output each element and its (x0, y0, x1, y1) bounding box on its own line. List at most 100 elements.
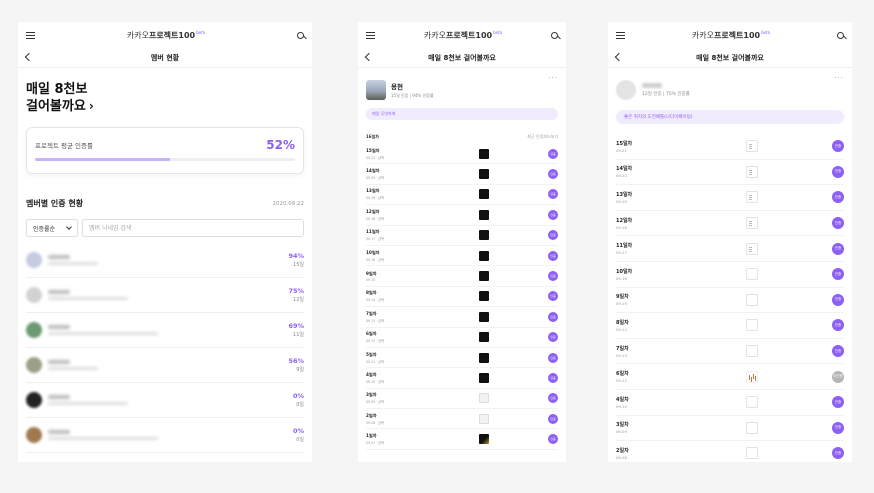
certification-thumbnail[interactable] (746, 370, 758, 383)
certify-button[interactable]: 인증 (548, 413, 558, 424)
certify-button[interactable]: 인증 (548, 230, 558, 241)
member-info-blurred (48, 325, 288, 335)
search-icon[interactable] (296, 31, 304, 39)
certification-thumbnail[interactable] (746, 293, 758, 306)
certify-button[interactable]: 인증 (548, 352, 558, 363)
member-info-blurred (48, 255, 288, 265)
member-rate: 0% (292, 392, 304, 400)
certification-thumbnail[interactable] (479, 169, 489, 180)
search-icon[interactable] (550, 31, 558, 39)
certify-button[interactable]: 인증 (832, 191, 844, 204)
certify-button[interactable]: 인증 (548, 189, 558, 200)
project-title[interactable]: 매일 8천보 걸어볼까요 › (18, 68, 312, 115)
certify-button[interactable]: 인증 (832, 268, 844, 281)
back-arrow-icon[interactable] (614, 52, 624, 62)
certification-list-header: 16일차 최근 인증피드보기 (358, 120, 566, 140)
certification-date: 09.21 · 금목 (366, 155, 385, 160)
certification-thumbnail[interactable] (746, 165, 758, 178)
certify-button[interactable]: 인증 (832, 242, 844, 255)
certification-row: 12일차 09.18 인증 (616, 211, 844, 237)
certify-button[interactable]: 인증 (548, 169, 558, 180)
certification-row: 12일차 09.18 · 금목 인증 (366, 205, 558, 226)
member-row[interactable]: 69% 11일 (26, 313, 304, 348)
certification-row: 15일차 09.21 인증 (616, 134, 844, 160)
member-row[interactable]: 75% 12일 (26, 278, 304, 313)
certify-button[interactable]: 인증 (548, 332, 558, 343)
certification-thumbnail[interactable] (479, 332, 489, 343)
certification-thumbnail[interactable] (479, 271, 489, 282)
certification-label: 3일차 09.09 · 금목 (366, 392, 436, 404)
member-section-header: 멤버별 인증 현황 2020.09.22 (18, 174, 312, 209)
certify-button[interactable]: 인증 (832, 396, 844, 409)
hamburger-icon[interactable] (616, 31, 625, 39)
certify-button[interactable]: 인증 (832, 217, 844, 230)
certification-thumbnail[interactable] (746, 191, 758, 204)
certification-date: 09.13 · 금목 (366, 318, 385, 323)
certify-button[interactable]: 인증 (548, 148, 558, 159)
certify-button[interactable]: 인증 (832, 293, 844, 306)
certification-row: 4일차 09.10 · 금목 인증 (366, 368, 558, 389)
more-icon[interactable]: ··· (834, 74, 844, 82)
member-row[interactable]: 94% 15일 (26, 243, 304, 278)
member-row[interactable]: 0% 0일 (26, 418, 304, 453)
certification-thumbnail[interactable] (479, 311, 489, 322)
certify-button[interactable]: 인증 (548, 271, 558, 282)
member-row[interactable]: 56% 9일 (26, 348, 304, 383)
certification-thumbnail[interactable] (746, 319, 758, 332)
certification-thumbnail[interactable] (479, 434, 489, 445)
recent-feed-link[interactable]: 최근 인증피드보기 (527, 134, 558, 140)
member-search-input[interactable] (82, 219, 304, 237)
certify-button[interactable]: 인증 (548, 250, 558, 261)
certification-thumbnail[interactable] (746, 140, 758, 153)
certify-button[interactable]: 인증 (548, 209, 558, 220)
certification-day: 9일차 (366, 270, 377, 276)
certification-day: 11일차 (366, 229, 380, 235)
certification-thumbnail[interactable] (479, 291, 489, 302)
certification-row: 10일차 09.16 · 금목 인증 (366, 246, 558, 267)
member-row[interactable]: 0% 0일 (26, 383, 304, 418)
certify-button[interactable]: 인증 (832, 345, 844, 358)
certification-thumbnail[interactable] (479, 352, 489, 363)
certification-thumbnail[interactable] (479, 372, 489, 383)
certification-list: 15일차 09.21 인증 14일차 09.20 인증 13일차 09.19 인증 12일차 09.… (608, 124, 852, 462)
hamburger-icon[interactable] (26, 31, 35, 39)
search-icon[interactable] (836, 31, 844, 39)
certification-thumbnail[interactable] (479, 209, 489, 220)
certification-thumbnail[interactable] (479, 413, 489, 424)
certification-label: 9일차 09.15 (366, 271, 436, 282)
certify-button[interactable]: 인증 (832, 165, 844, 178)
certification-thumbnail[interactable] (479, 393, 489, 404)
certification-thumbnail[interactable] (479, 250, 489, 261)
certify-button[interactable]: 인증 (548, 393, 558, 404)
certify-button[interactable]: 인증 (548, 311, 558, 322)
certification-thumbnail[interactable] (479, 230, 489, 241)
certify-button[interactable]: 인증 (548, 434, 558, 445)
certify-button[interactable]: 인증 (832, 319, 844, 332)
certification-row: 9일차 09.15 인증 (616, 288, 844, 314)
back-arrow-icon[interactable] (24, 52, 34, 62)
certify-button[interactable]: 인증 (548, 291, 558, 302)
certification-thumbnail[interactable] (746, 421, 758, 434)
certify-button[interactable]: 인증 (832, 421, 844, 434)
back-arrow-icon[interactable] (364, 52, 374, 62)
certification-thumbnail[interactable] (746, 217, 758, 230)
certification-thumbnail[interactable] (746, 242, 758, 255)
certify-button[interactable]: 인증 (832, 140, 844, 153)
hamburger-icon[interactable] (366, 31, 375, 39)
certification-thumbnail[interactable] (746, 345, 758, 358)
certification-thumbnail[interactable] (479, 189, 489, 200)
certification-thumbnail[interactable] (746, 396, 758, 409)
certification-row: 11일차 09.17 인증 (616, 236, 844, 262)
certification-thumbnail[interactable] (746, 447, 758, 460)
certify-button[interactable]: 인증 (548, 372, 558, 383)
certification-date: 09.21 (616, 147, 627, 153)
certification-day: 7일차 (616, 345, 629, 352)
certification-day: 12일차 (616, 217, 633, 224)
sort-select[interactable]: 인증률순 (26, 219, 78, 237)
more-icon[interactable]: ··· (548, 74, 558, 82)
certification-thumbnail[interactable] (746, 268, 758, 281)
certification-label: 5일차 09.11 · 금목 (366, 352, 436, 364)
sub-header: 매일 8천보 걸어볼까요 (358, 48, 566, 68)
certify-button[interactable]: 인증 (832, 447, 844, 460)
certification-thumbnail[interactable] (479, 148, 489, 159)
